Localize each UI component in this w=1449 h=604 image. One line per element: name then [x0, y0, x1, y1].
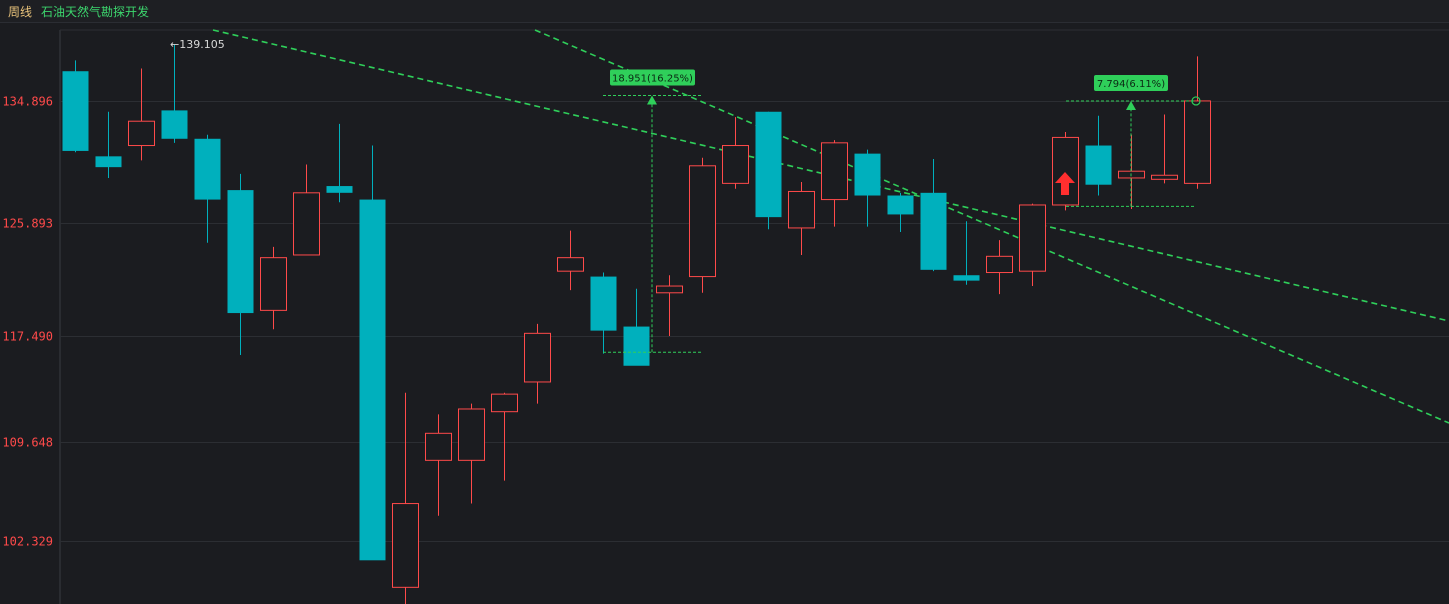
candle-body	[689, 165, 716, 278]
candle[interactable]	[788, 182, 815, 255]
candle[interactable]	[1151, 114, 1178, 184]
candle[interactable]	[623, 288, 650, 366]
candle-body	[326, 186, 353, 193]
candle-body	[524, 332, 551, 383]
candle[interactable]	[260, 246, 287, 330]
candle-body	[1184, 100, 1211, 184]
candle[interactable]	[95, 111, 122, 178]
candle[interactable]	[557, 230, 584, 291]
candle[interactable]	[821, 140, 848, 227]
candle-body	[1151, 174, 1178, 180]
candle-body	[227, 190, 254, 314]
y-tick-label: 125.893	[2, 217, 53, 231]
candle[interactable]	[887, 192, 914, 232]
candle-body	[458, 408, 485, 461]
chart-canvas[interactable]: 134.896 125.893 117.490 109.648 102.329 ←139.…	[0, 22, 1449, 604]
y-tick-label: 117.490	[2, 330, 53, 344]
candle-body	[392, 503, 419, 588]
candle[interactable]	[293, 164, 320, 256]
candle[interactable]	[458, 403, 485, 504]
candle[interactable]	[755, 111, 782, 230]
candle[interactable]	[128, 68, 155, 161]
candle-body	[161, 110, 188, 139]
candle[interactable]	[1085, 115, 1112, 196]
candle[interactable]	[920, 159, 947, 272]
candle-body	[887, 195, 914, 215]
candle[interactable]	[161, 44, 188, 143]
y-tick-label: 109.648	[2, 436, 53, 450]
candle[interactable]	[326, 123, 353, 203]
candle[interactable]	[656, 275, 683, 337]
candle-body	[821, 142, 848, 201]
candle[interactable]	[1052, 132, 1079, 211]
candle-body	[623, 326, 650, 366]
measure-arrow-icon	[1126, 100, 1136, 110]
peak-price-label: ←139.105	[170, 38, 225, 51]
candle[interactable]	[689, 157, 716, 293]
measure-label: 7.794(6.11%)	[1097, 79, 1165, 90]
period-label[interactable]: 周线	[8, 3, 32, 20]
candle[interactable]	[491, 392, 518, 481]
measure-arrow-icon	[647, 95, 657, 105]
candle[interactable]	[392, 392, 419, 604]
candle[interactable]	[1184, 56, 1211, 189]
candle-body	[722, 145, 749, 184]
candle[interactable]	[590, 272, 617, 354]
candle-body	[953, 275, 980, 281]
y-tick-label: 102.329	[2, 535, 53, 549]
measure-label: 18.951(16.25%)	[612, 74, 693, 85]
candle-body	[1019, 204, 1046, 272]
candle-body	[62, 71, 89, 151]
candle-body	[491, 393, 518, 413]
chart-header: 周线 石油天然气勘探开发	[0, 0, 1449, 23]
candle[interactable]	[227, 173, 254, 355]
candle-body	[986, 255, 1013, 274]
candle-body	[425, 432, 452, 461]
candle[interactable]	[359, 145, 386, 561]
candle[interactable]	[194, 134, 221, 243]
candle[interactable]	[62, 60, 89, 153]
candle-body	[260, 257, 287, 311]
candle-body	[95, 156, 122, 168]
candle[interactable]	[1019, 203, 1046, 287]
candle[interactable]	[524, 323, 551, 404]
candle-body	[194, 138, 221, 200]
candle-body	[920, 192, 947, 270]
candle-body	[656, 285, 683, 294]
candle-body	[854, 153, 881, 196]
candle-body	[788, 190, 815, 229]
candle-body	[755, 111, 782, 218]
trend-line-lower	[534, 29, 1449, 424]
candle-body	[1085, 145, 1112, 185]
stock-name[interactable]: 石油天然气勘探开发	[41, 3, 149, 20]
y-tick-label: 134.896	[2, 95, 53, 109]
candle[interactable]	[425, 414, 452, 516]
candle[interactable]	[854, 149, 881, 227]
candle[interactable]	[986, 240, 1013, 295]
candle[interactable]	[722, 117, 749, 189]
candle-body	[359, 199, 386, 561]
candle-body	[293, 192, 320, 256]
candlestick-chart[interactable]: 134.896 125.893 117.490 109.648 102.329 ←139.…	[0, 22, 1449, 604]
candle-body	[590, 276, 617, 331]
candle-body	[557, 257, 584, 272]
candle[interactable]	[953, 221, 980, 285]
candle-body	[128, 120, 155, 147]
